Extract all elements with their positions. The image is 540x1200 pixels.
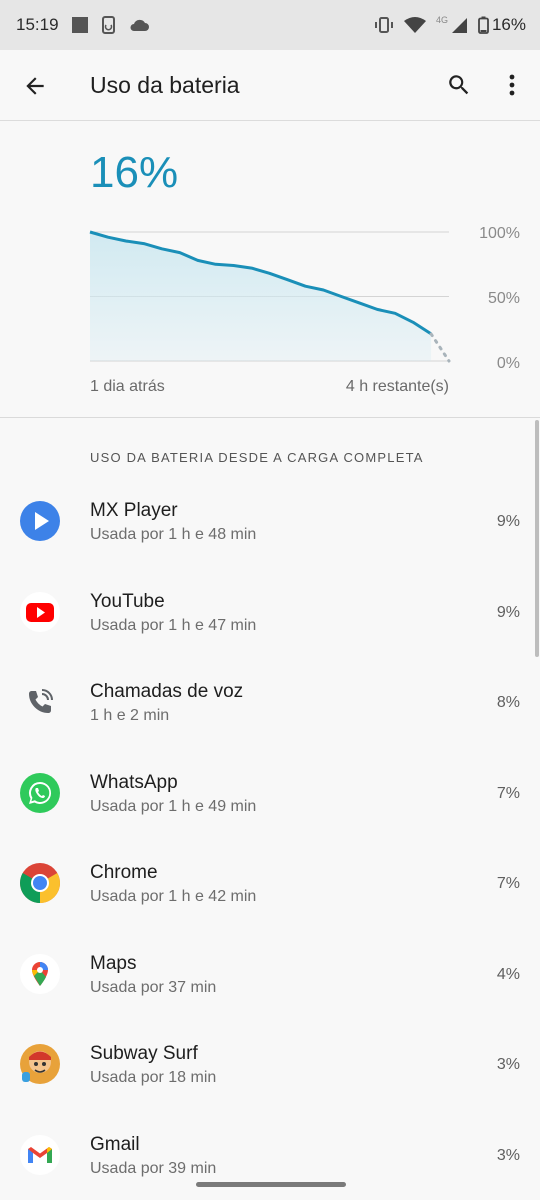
search-icon[interactable] xyxy=(446,72,472,98)
x-start-label: 1 dia atrás xyxy=(90,378,165,395)
vibrate-icon xyxy=(374,17,393,33)
y-tick-100: 100% xyxy=(479,225,520,242)
app-name: Gmail xyxy=(90,1133,140,1155)
list-item[interactable]: WhatsApp Usada por 1 h e 49 min 7% xyxy=(0,747,540,838)
app-name: WhatsApp xyxy=(90,771,178,793)
battery-usage-chart: 100% 50% 0% 1 dia atrás 4 h restante(s) xyxy=(89,225,520,395)
app-name: YouTube xyxy=(90,590,165,612)
list-item[interactable]: YouTube Usada por 1 h e 47 min 9% xyxy=(0,566,540,657)
gmail-icon xyxy=(20,1134,60,1175)
app-battery-percent: 3% xyxy=(496,1146,520,1164)
app-name: MX Player xyxy=(90,500,178,521)
app-battery-percent: 7% xyxy=(496,875,520,892)
app-name: Subway Surf xyxy=(90,1043,198,1064)
app-usage-detail: Usada por 39 min xyxy=(90,1159,217,1177)
app-usage-detail: Usada por 37 min xyxy=(90,978,217,996)
app-name: Chrome xyxy=(90,862,158,883)
x-end-label: 4 h restante(s) xyxy=(346,378,449,395)
app-battery-percent: 3% xyxy=(496,1056,520,1073)
app-name: Maps xyxy=(90,952,137,974)
app-battery-percent: 4% xyxy=(496,965,520,983)
app-usage-detail: Usada por 18 min xyxy=(90,1069,217,1086)
youtube-icon xyxy=(20,591,60,632)
app-battery-percent: 9% xyxy=(496,513,520,530)
subway-surf-icon xyxy=(20,1044,60,1084)
y-tick-50: 50% xyxy=(488,290,520,307)
app-usage-list: MX Player Usada por 1 h e 48 min 9% YouT… xyxy=(0,475,540,1199)
maps-icon xyxy=(20,953,60,994)
app-usage-detail: Usada por 1 h e 49 min xyxy=(90,797,257,815)
battery-icon xyxy=(478,16,489,34)
battery-level: 16% xyxy=(90,148,179,197)
cloud-icon xyxy=(130,19,149,31)
app-usage-detail: 1 h e 2 min xyxy=(90,707,170,724)
signal-icon xyxy=(451,17,467,33)
section-header: USO DA BATERIA DESDE A CARGA COMPLETA xyxy=(90,450,424,465)
battery-projection-line xyxy=(429,332,451,363)
y-tick-0: 0% xyxy=(497,355,520,372)
phone-icon xyxy=(29,689,53,713)
wifi-icon xyxy=(403,16,426,33)
app-usage-detail: Usada por 1 h e 48 min xyxy=(90,526,257,543)
app-usage-detail: Usada por 1 h e 42 min xyxy=(90,888,257,905)
page-title: Uso da bateria xyxy=(90,72,240,98)
status-battery-percent: 16% xyxy=(491,15,526,34)
home-indicator[interactable] xyxy=(196,1182,346,1187)
status-time: 15:19 xyxy=(16,15,59,34)
list-item[interactable]: Chrome Usada por 1 h e 42 min 7% xyxy=(0,837,540,928)
status-bar: 15:19 4G 16% xyxy=(0,0,540,50)
list-item[interactable]: Maps Usada por 37 min 4% xyxy=(0,928,540,1019)
app-battery-percent: 9% xyxy=(496,603,520,621)
app-battery-percent: 7% xyxy=(496,784,520,802)
phone-sync-icon xyxy=(101,16,115,34)
list-item[interactable]: MX Player Usada por 1 h e 48 min 9% xyxy=(0,475,540,566)
app-name: Chamadas de voz xyxy=(90,681,244,702)
section-divider xyxy=(0,417,540,418)
notification-square-icon xyxy=(71,17,88,33)
app-bar: Uso da bateria xyxy=(0,50,540,121)
network-type: 4G xyxy=(435,15,448,25)
back-arrow-icon[interactable] xyxy=(22,73,48,99)
list-item[interactable]: Subway Surf Usada por 18 min 3% xyxy=(0,1018,540,1109)
list-item[interactable]: Chamadas de voz 1 h e 2 min 8% xyxy=(0,656,540,747)
chrome-icon xyxy=(20,863,60,903)
whatsapp-icon xyxy=(20,772,60,813)
mx-player-icon xyxy=(20,501,60,541)
app-usage-detail: Usada por 1 h e 47 min xyxy=(90,616,257,634)
app-battery-percent: 8% xyxy=(496,694,520,711)
more-options-icon[interactable] xyxy=(502,72,522,98)
